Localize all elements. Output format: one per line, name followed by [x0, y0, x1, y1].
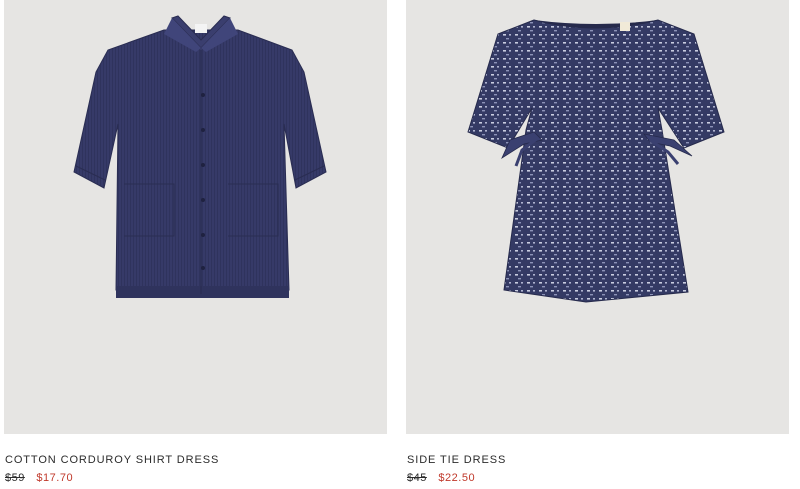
original-price: $59 [5, 472, 25, 484]
product-card-side-tie-dress[interactable]: SIDE TIE DRESS $45 $22.50 [406, 0, 789, 484]
product-image-shirt-dress[interactable] [4, 0, 387, 434]
product-price: $45 $22.50 [407, 472, 475, 484]
product-card-cotton-corduroy-shirt-dress[interactable]: COTTON CORDUROY SHIRT DRESS $59 $17.70 [4, 0, 387, 484]
shirt-dress-image [73, 15, 327, 298]
sale-price: $17.70 [36, 472, 74, 484]
product-name[interactable]: SIDE TIE DRESS [407, 454, 506, 466]
product-grid: COTTON CORDUROY SHIRT DRESS $59 $17.70 S… [0, 0, 800, 489]
original-price: $45 [407, 472, 427, 484]
product-name[interactable]: COTTON CORDUROY SHIRT DRESS [5, 454, 219, 466]
product-price: $59 $17.70 [5, 472, 73, 484]
printed-dress-image [467, 19, 725, 303]
product-image-side-tie-dress[interactable] [406, 0, 789, 434]
sale-price: $22.50 [438, 472, 476, 484]
